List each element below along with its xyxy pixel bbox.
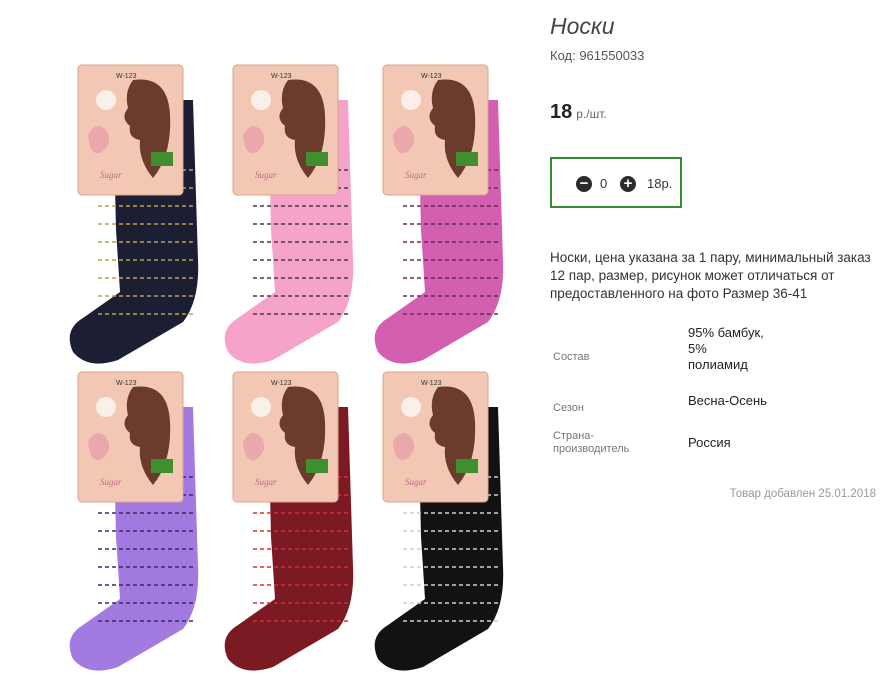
property-value: 95% бамбук, 5% полиамид xyxy=(688,325,764,372)
property-label: Состав xyxy=(553,351,590,363)
sock-brand-text: Sugar xyxy=(405,477,427,487)
sock-tag-text: W-123 xyxy=(271,73,292,80)
sock-5: W-123 Sugar xyxy=(224,371,354,671)
sock-tag-text: W-123 xyxy=(421,73,442,80)
sock-brand-text: Sugar xyxy=(100,170,122,180)
sock-brand-text: Sugar xyxy=(255,170,277,180)
property-value: Весна-Осень xyxy=(688,393,767,408)
sock-brand-text: Sugar xyxy=(405,170,427,180)
cart-total: 18р. xyxy=(647,176,673,191)
added-date: Товар добавлен 25.01.2018 xyxy=(729,488,876,500)
sock-2: W-123 Sugar xyxy=(224,64,354,364)
sock-tag-text: W-123 xyxy=(421,380,442,387)
price-value: 18 xyxy=(550,101,573,123)
product-code: Код: 961550033 xyxy=(550,48,645,63)
property-label: Сезон xyxy=(553,402,584,414)
minus-icon[interactable]: − xyxy=(576,176,592,192)
plus-icon[interactable]: + xyxy=(620,176,636,192)
sock-4: W-123 Sugar xyxy=(69,371,199,671)
quantity-stepper: − 0 + 18р. xyxy=(550,157,682,208)
sock-brand-text: Sugar xyxy=(255,477,277,487)
product-image[interactable]: W-123 Sugar W-123 Sugar W-123 Sugar W-123 Sugar… xyxy=(58,60,520,683)
property-label: Страна-производитель xyxy=(553,430,630,455)
sock-1: W-123 Sugar xyxy=(69,64,199,364)
product-title: Носки xyxy=(550,13,615,39)
sock-6: W-123 Sugar xyxy=(374,371,504,671)
sock-tag-text: W-123 xyxy=(116,380,137,387)
product-description: Носки, цена указана за 1 пару, минимальн… xyxy=(550,250,871,301)
property-value: Россия xyxy=(688,435,731,450)
sock-tag-text: W-123 xyxy=(116,73,137,80)
price-unit: р./шт. xyxy=(576,107,607,121)
socks-photo: W-123 Sugar W-123 Sugar W-123 Sugar W-123 Sugar… xyxy=(69,64,504,671)
sock-tag-text: W-123 xyxy=(271,380,292,387)
sock-brand-text: Sugar xyxy=(100,477,122,487)
quantity-value: 0 xyxy=(600,176,608,191)
product-price: 18 р./шт. xyxy=(550,101,607,124)
sock-3: W-123 Sugar xyxy=(374,64,504,364)
